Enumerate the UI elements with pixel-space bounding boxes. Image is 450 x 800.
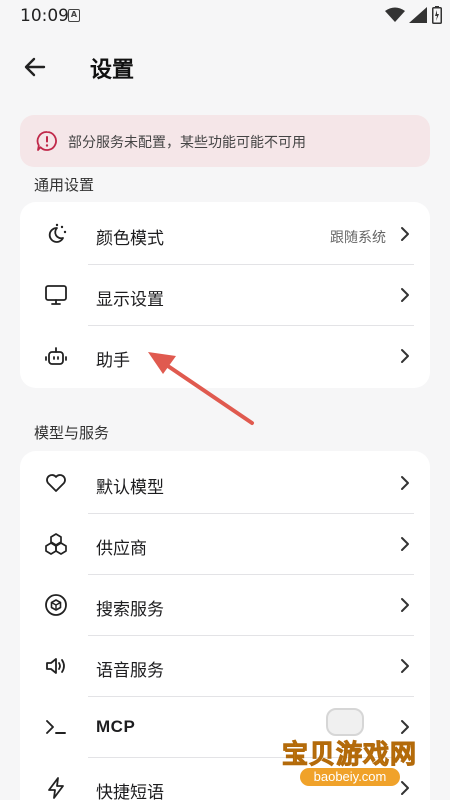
color-mode-icon xyxy=(48,223,67,243)
chevron-right-icon xyxy=(401,659,409,673)
settings-item-label: 显示设置 xyxy=(96,290,164,310)
status-bar: 10:09 A xyxy=(0,0,450,34)
notification-icon: A xyxy=(68,9,80,22)
chevron-right-icon xyxy=(401,349,409,363)
settings-item-search-service[interactable]: 搜索服务 xyxy=(20,575,430,636)
app-bar: 设置 xyxy=(0,34,450,100)
warning-banner: 部分服务未配置，某些功能可能不可用 xyxy=(20,115,430,167)
terminal-icon xyxy=(46,720,66,734)
chevron-right-icon xyxy=(401,476,409,490)
monitor-icon xyxy=(45,285,67,305)
settings-item-label: 颜色模式 xyxy=(96,229,164,249)
section-title-models: 模型与服务 xyxy=(34,424,110,442)
back-arrow-icon[interactable] xyxy=(22,54,48,80)
general-settings-card: 颜色模式 跟随系统 显示设置 助手 xyxy=(20,202,430,388)
settings-item-display[interactable]: 显示设置 xyxy=(20,265,430,326)
alert-bubble-icon xyxy=(36,131,57,151)
settings-item-label: 快捷短语 xyxy=(96,783,164,800)
settings-item-providers[interactable]: 供应商 xyxy=(20,514,430,575)
settings-item-label: 语音服务 xyxy=(96,661,164,681)
settings-item-voice-service[interactable]: 语音服务 xyxy=(20,636,430,697)
settings-item-value: 跟随系统 xyxy=(330,230,386,246)
settings-item-default-model[interactable]: 默认模型 xyxy=(20,453,430,514)
page-title: 设置 xyxy=(90,58,135,83)
settings-item-label: 默认模型 xyxy=(96,478,164,498)
robot-icon xyxy=(45,347,67,365)
battery-icon xyxy=(432,6,442,24)
warning-text: 部分服务未配置，某些功能可能不可用 xyxy=(68,135,306,151)
settings-item-label: 供应商 xyxy=(96,539,147,559)
bolt-icon xyxy=(48,777,64,799)
watermark-name: 宝贝游戏网 xyxy=(281,740,418,771)
status-time: 10:09 xyxy=(20,6,69,26)
settings-item-label: 搜索服务 xyxy=(96,600,164,620)
speaker-icon xyxy=(46,658,65,674)
settings-item-assistant[interactable]: 助手 xyxy=(20,326,430,387)
chevron-right-icon xyxy=(401,598,409,612)
watermark-url: baobeiy.com xyxy=(300,768,400,786)
boxes-icon xyxy=(45,533,67,555)
gamepad-icon xyxy=(326,708,364,736)
wifi-icon xyxy=(385,7,405,22)
chevron-right-icon xyxy=(401,227,409,241)
heart-icon xyxy=(46,474,66,492)
settings-item-label: 助手 xyxy=(96,351,130,371)
signal-icon xyxy=(409,7,427,23)
settings-item-color-mode[interactable]: 颜色模式 跟随系统 xyxy=(20,204,430,265)
settings-item-label: MCP xyxy=(96,717,136,736)
watermark-logo: 宝贝游戏网 baobeiy.com xyxy=(281,700,432,792)
section-title-general: 通用设置 xyxy=(34,176,95,194)
chevron-right-icon xyxy=(401,537,409,551)
search-globe-icon xyxy=(45,594,67,616)
chevron-right-icon xyxy=(401,288,409,302)
